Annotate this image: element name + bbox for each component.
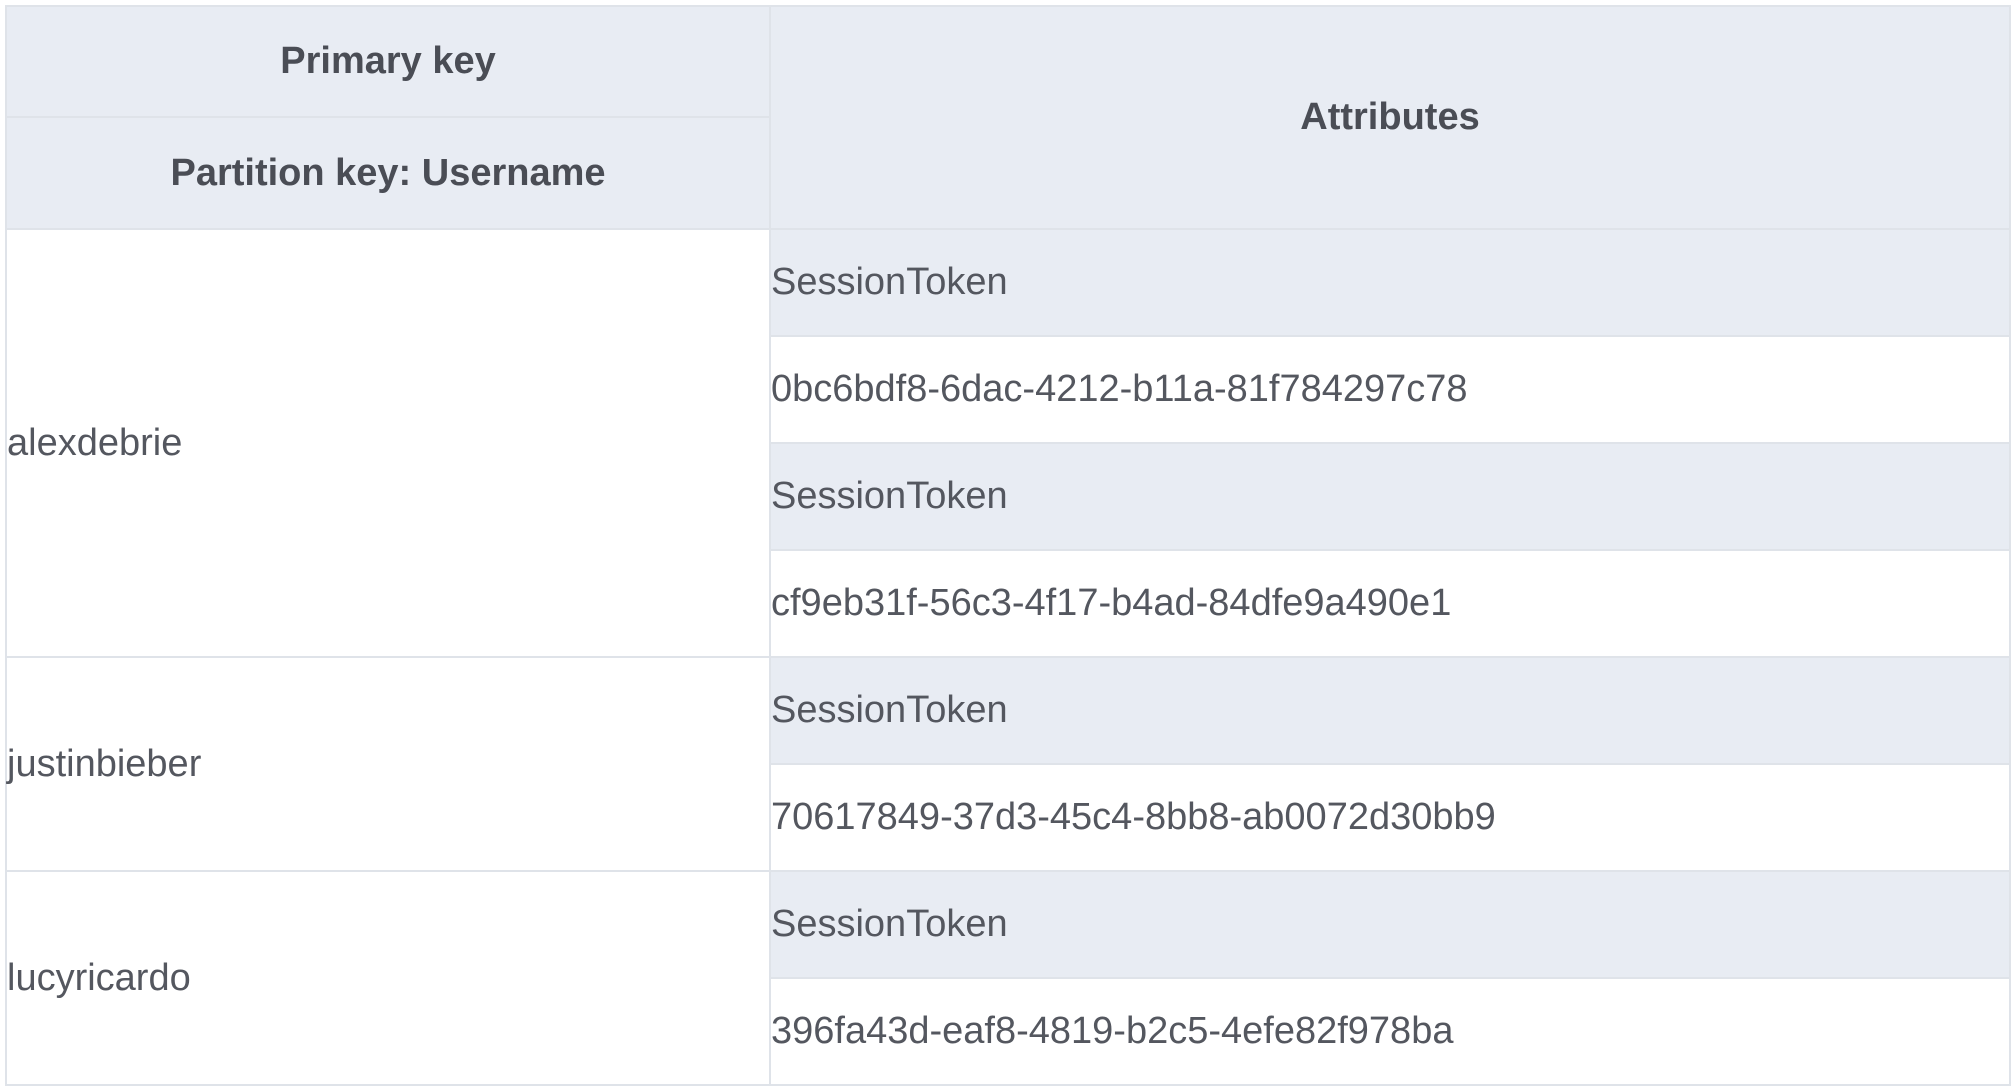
- table-row[interactable]: alexdebrie SessionToken: [5, 228, 2011, 658]
- attribute-name-cell: SessionToken: [769, 228, 2011, 337]
- partition-key-header: Partition key: Username: [5, 116, 771, 230]
- partition-key-cell[interactable]: alexdebrie: [5, 228, 771, 658]
- primary-key-header: Primary key: [5, 5, 771, 118]
- items-table: Primary key Attributes Partition key: Us…: [5, 5, 2011, 1086]
- attributes-header: Attributes: [769, 5, 2011, 230]
- attribute-value-cell[interactable]: 396fa43d-eaf8-4819-b2c5-4efe82f978ba: [769, 977, 2011, 1086]
- header-row-primary: Primary key Attributes: [5, 5, 2011, 230]
- attribute-value-cell[interactable]: 70617849-37d3-45c4-8bb8-ab0072d30bb9: [769, 763, 2011, 872]
- attribute-name-cell: SessionToken: [769, 656, 2011, 765]
- dynamodb-table-view: Primary key Attributes Partition key: Us…: [5, 5, 2011, 1086]
- attribute-name-cell: SessionToken: [769, 870, 2011, 979]
- table-row[interactable]: lucyricardo SessionToken: [5, 870, 2011, 1086]
- partition-key-cell[interactable]: justinbieber: [5, 656, 771, 872]
- table-row[interactable]: justinbieber SessionToken: [5, 656, 2011, 872]
- attribute-name-cell: SessionToken: [769, 442, 2011, 551]
- attribute-value-cell[interactable]: cf9eb31f-56c3-4f17-b4ad-84dfe9a490e1: [769, 549, 2011, 658]
- partition-key-cell[interactable]: lucyricardo: [5, 870, 771, 1086]
- attribute-value-cell[interactable]: 0bc6bdf8-6dac-4212-b11a-81f784297c78: [769, 335, 2011, 444]
